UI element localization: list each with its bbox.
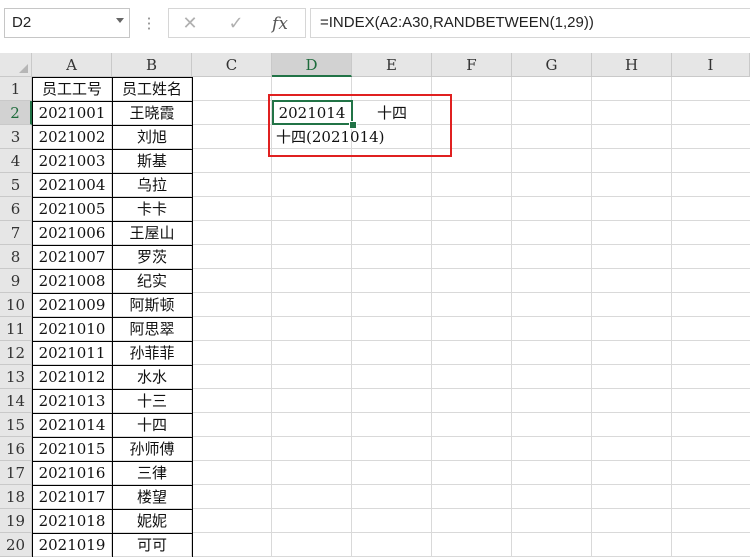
cancel-icon[interactable]: ✕	[179, 13, 201, 35]
row-header-5[interactable]: 5	[0, 173, 32, 197]
cell-a17[interactable]: 2021016	[32, 461, 112, 485]
cell-b12[interactable]: 孙菲菲	[112, 341, 192, 365]
column-header-c[interactable]: C	[192, 53, 272, 77]
cell-a12[interactable]: 2021011	[32, 341, 112, 365]
cell-b13[interactable]: 水水	[112, 365, 192, 389]
name-box-value: D2	[12, 14, 32, 31]
row-header-14[interactable]: 14	[0, 389, 32, 413]
select-all-button[interactable]	[0, 53, 32, 77]
cell-b9[interactable]: 纪实	[112, 269, 192, 293]
row-header-6[interactable]: 6	[0, 197, 32, 221]
cell-a18[interactable]: 2021017	[32, 485, 112, 509]
row-header-20[interactable]: 20	[0, 533, 32, 557]
cell-b20[interactable]: 可可	[112, 533, 192, 557]
cell-b6[interactable]: 卡卡	[112, 197, 192, 221]
row-header-15[interactable]: 15	[0, 413, 32, 437]
row-header-11[interactable]: 11	[0, 317, 32, 341]
formula-bar: D2 ✕ ✓ fx =INDEX(A2:A30,RANDBETWEEN(1,29…	[0, 0, 750, 52]
check-icon[interactable]: ✓	[225, 13, 247, 35]
row-header-10[interactable]: 10	[0, 293, 32, 317]
cell-a9[interactable]: 2021008	[32, 269, 112, 293]
column-header-h[interactable]: H	[592, 53, 672, 77]
formula-buttons: ✕ ✓ fx	[168, 8, 306, 38]
row-header-8[interactable]: 8	[0, 245, 32, 269]
cell-b14[interactable]: 十三	[112, 389, 192, 413]
cell-b18[interactable]: 楼望	[112, 485, 192, 509]
select-all-icon	[19, 64, 28, 73]
cell-a7[interactable]: 2021006	[32, 221, 112, 245]
cell-a4[interactable]: 2021003	[32, 149, 112, 173]
header-cell-a1[interactable]: 员工工号	[32, 77, 112, 101]
cell-b19[interactable]: 妮妮	[112, 509, 192, 533]
cell-b4[interactable]: 斯基	[112, 149, 192, 173]
cell-b2[interactable]: 王晓霞	[112, 101, 192, 125]
column-header-i[interactable]: I	[672, 53, 750, 77]
cell-b11[interactable]: 阿思翠	[112, 317, 192, 341]
drag-handle-icon[interactable]	[148, 16, 150, 30]
row-header-9[interactable]: 9	[0, 269, 32, 293]
row-header-2[interactable]: 2	[0, 101, 32, 125]
row-header-13[interactable]: 13	[0, 365, 32, 389]
cell-b7[interactable]: 王屋山	[112, 221, 192, 245]
row-header-3[interactable]: 3	[0, 125, 32, 149]
cell-b3[interactable]: 刘旭	[112, 125, 192, 149]
name-box[interactable]: D2	[4, 8, 130, 38]
row-header-4[interactable]: 4	[0, 149, 32, 173]
cell-a2[interactable]: 2021001	[32, 101, 112, 125]
cell-a13[interactable]: 2021012	[32, 365, 112, 389]
cell-a16[interactable]: 2021015	[32, 437, 112, 461]
row-header-17[interactable]: 17	[0, 461, 32, 485]
cell-a19[interactable]: 2021018	[32, 509, 112, 533]
cell-b17[interactable]: 三律	[112, 461, 192, 485]
cell-a5[interactable]: 2021004	[32, 173, 112, 197]
column-header-b[interactable]: B	[112, 53, 192, 77]
highlight-box	[268, 94, 452, 157]
cell-a3[interactable]: 2021002	[32, 125, 112, 149]
cell-a10[interactable]: 2021009	[32, 293, 112, 317]
cell-b8[interactable]: 罗茨	[112, 245, 192, 269]
cell-a15[interactable]: 2021014	[32, 413, 112, 437]
row-header-19[interactable]: 19	[0, 509, 32, 533]
cell-b16[interactable]: 孙师傅	[112, 437, 192, 461]
row-header-7[interactable]: 7	[0, 221, 32, 245]
column-header-f[interactable]: F	[432, 53, 512, 77]
column-header-g[interactable]: G	[512, 53, 592, 77]
column-header-d[interactable]: D	[272, 53, 352, 77]
column-header-a[interactable]: A	[32, 53, 112, 77]
row-header-1[interactable]: 1	[0, 77, 32, 101]
cell-b5[interactable]: 乌拉	[112, 173, 192, 197]
cell-a11[interactable]: 2021010	[32, 317, 112, 341]
cell-a6[interactable]: 2021005	[32, 197, 112, 221]
row-header-16[interactable]: 16	[0, 437, 32, 461]
row-header-18[interactable]: 18	[0, 485, 32, 509]
formula-text: =INDEX(A2:A30,RANDBETWEEN(1,29))	[320, 14, 594, 31]
row-header-12[interactable]: 12	[0, 341, 32, 365]
cell-b10[interactable]: 阿斯顿	[112, 293, 192, 317]
cell-b15[interactable]: 十四	[112, 413, 192, 437]
header-cell-b1[interactable]: 员工姓名	[112, 77, 192, 101]
chevron-down-icon[interactable]	[116, 18, 124, 23]
cell-a8[interactable]: 2021007	[32, 245, 112, 269]
cell-a20[interactable]: 2021019	[32, 533, 112, 557]
column-header-e[interactable]: E	[352, 53, 432, 77]
insert-function-icon[interactable]: fx	[269, 13, 291, 35]
cell-a14[interactable]: 2021013	[32, 389, 112, 413]
formula-input[interactable]: =INDEX(A2:A30,RANDBETWEEN(1,29))	[310, 8, 750, 38]
